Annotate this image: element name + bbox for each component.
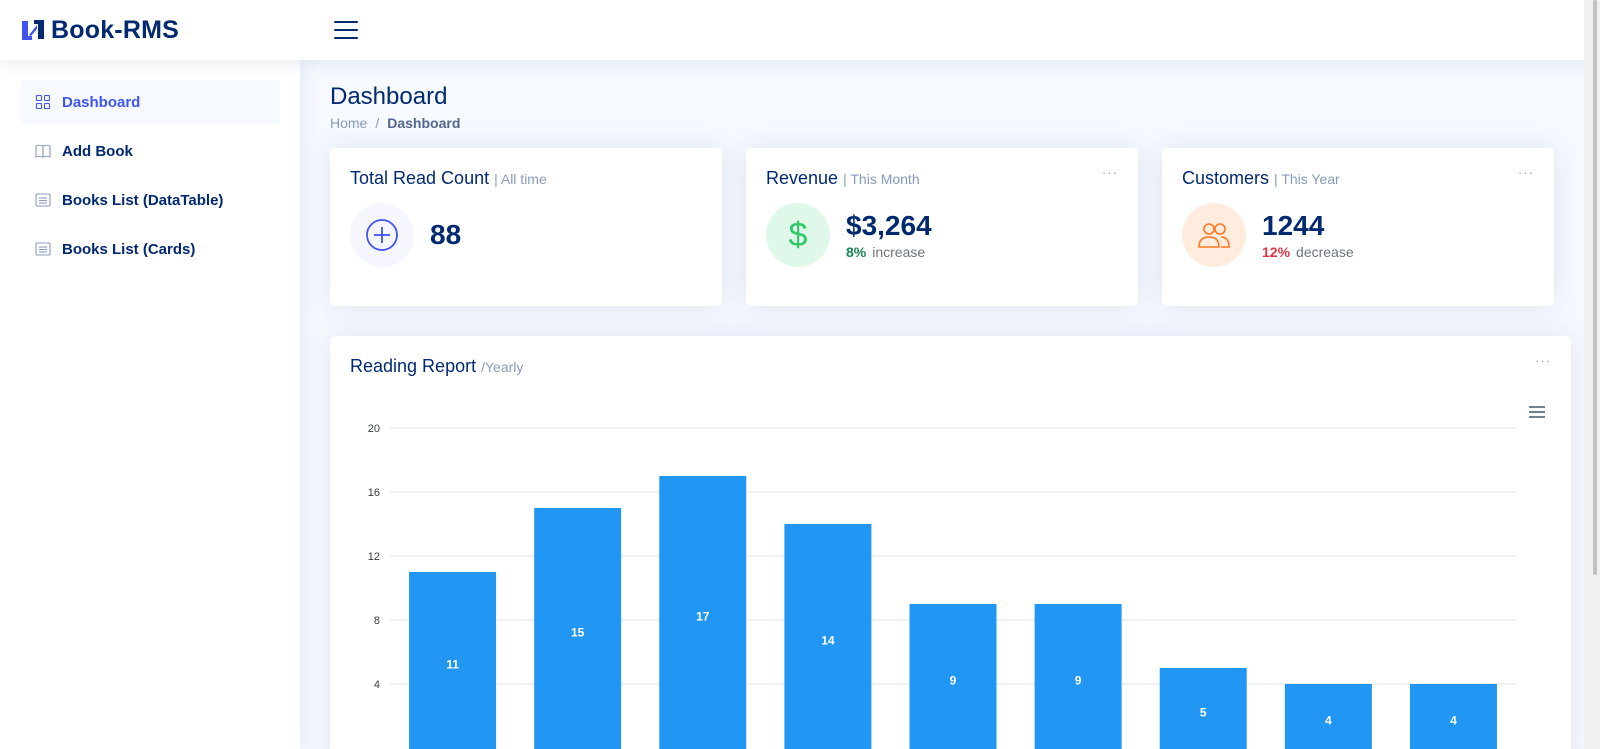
- breadcrumb-home-link[interactable]: Home: [330, 115, 367, 131]
- card-subtitle: | This Month: [843, 170, 920, 187]
- dollar-icon: $: [766, 202, 830, 267]
- breadcrumb-separator: /: [375, 114, 380, 131]
- bar-data-label: 9: [1075, 673, 1082, 687]
- bar-data-label: 17: [696, 609, 710, 623]
- scrollbar-thumb[interactable]: [1593, 0, 1597, 575]
- sidebar-item-label: Books List (DataTable): [62, 191, 224, 209]
- sidebar-item-add-book[interactable]: Add Book: [20, 129, 280, 173]
- bar-data-label: 4: [1325, 713, 1332, 727]
- page-title: Dashboard: [330, 83, 448, 110]
- list-icon: [35, 192, 51, 208]
- bar-data-label: 11: [446, 657, 459, 671]
- card-title: Customers | This Year: [1182, 168, 1534, 189]
- y-tick-label: 16: [368, 487, 380, 499]
- card-value: 1244: [1262, 209, 1325, 241]
- logo-icon: [22, 20, 44, 40]
- card-subtitle: | This Year: [1274, 170, 1340, 187]
- sidebar-item-books-datatable[interactable]: Books List (DataTable): [20, 178, 280, 222]
- y-tick-label: 12: [368, 551, 380, 563]
- top-header: Book-RMS: [0, 0, 1600, 60]
- card-title-text: Revenue: [766, 167, 839, 188]
- trend-label: decrease: [1296, 244, 1354, 261]
- card-title-text: Customers: [1182, 167, 1270, 188]
- sidebar-item-label: Dashboard: [62, 93, 141, 111]
- sidebar-item-label: Add Book: [62, 142, 133, 160]
- brand-logo[interactable]: Book-RMS: [20, 16, 290, 45]
- sidebar-item-books-cards[interactable]: Books List (Cards): [20, 227, 280, 271]
- card-revenue: ··· Revenue | This Month $ $3,264 8% incr…: [746, 147, 1138, 306]
- card-trend: 8% increase: [846, 244, 932, 260]
- brand-name: Book-RMS: [51, 15, 179, 44]
- card-trend: 12% decrease: [1262, 244, 1354, 260]
- card-subtitle: | All time: [494, 170, 547, 187]
- card-value: 88: [430, 218, 462, 250]
- card-customers: ··· Customers | This Year 1244 12% decrea…: [1162, 147, 1554, 306]
- list-icon: [35, 241, 51, 257]
- reading-report-chart: 4 8 12 16 20 11 15 17 14 9 9 5 4 4: [368, 423, 1516, 749]
- card-title: Revenue | This Month: [766, 168, 1118, 189]
- more-options-icon[interactable]: ···: [1518, 166, 1534, 179]
- plus-circle-icon: [350, 202, 414, 267]
- sidebar-toggle-button[interactable]: [334, 19, 358, 41]
- card-title: Total Read Count | All time: [350, 168, 702, 189]
- grid-icon: [35, 94, 51, 110]
- reading-report-card: ··· Reading Report /Yearly 4 8 12 16 20 11 15 1…: [330, 335, 1571, 749]
- bar-data-label: 15: [571, 625, 585, 639]
- bar-data-label: 14: [821, 633, 835, 647]
- card-value: $3,264: [846, 209, 932, 241]
- card-total-read-count: Total Read Count | All time 88: [330, 147, 722, 306]
- breadcrumb-current: Dashboard: [387, 114, 461, 131]
- bar-data-label: 9: [950, 673, 957, 687]
- people-icon: [1182, 202, 1246, 267]
- sidebar-item-label: Books List (Cards): [62, 240, 196, 258]
- more-options-icon[interactable]: ···: [1102, 166, 1118, 179]
- book-icon: [35, 143, 51, 159]
- trend-label: increase: [872, 244, 926, 261]
- bar-data-label: 5: [1200, 705, 1207, 719]
- trend-percent: 12%: [1262, 244, 1291, 261]
- svg-text:$: $: [789, 217, 808, 253]
- y-tick-label: 4: [374, 679, 380, 691]
- y-tick-label: 8: [374, 615, 380, 627]
- sidebar: Dashboard Add Book Books List (DataTable…: [0, 60, 300, 749]
- sidebar-item-dashboard[interactable]: Dashboard: [20, 80, 280, 124]
- stat-cards: Total Read Count | All time 88 ··· Reven…: [330, 147, 1554, 306]
- breadcrumb: Home / Dashboard: [330, 115, 1554, 131]
- main-content: Dashboard Home / Dashboard Total Read Co…: [300, 60, 1584, 749]
- trend-percent: 8%: [846, 244, 867, 261]
- page-scrollbar[interactable]: [1584, 0, 1600, 749]
- bar-data-label: 4: [1450, 713, 1457, 727]
- y-tick-label: 20: [368, 423, 380, 435]
- card-title-text: Total Read Count: [350, 167, 490, 188]
